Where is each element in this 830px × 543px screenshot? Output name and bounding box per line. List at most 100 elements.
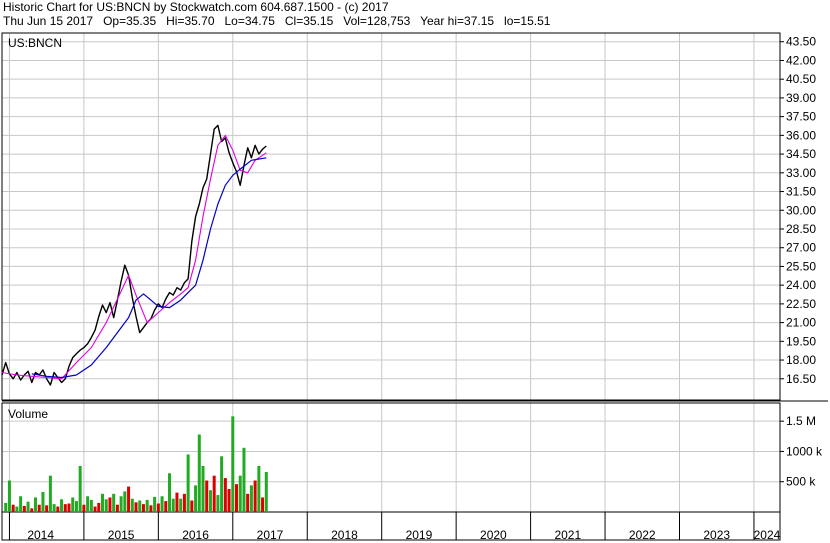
volume-bar: [123, 491, 127, 512]
volume-bar: [175, 492, 179, 512]
price-tick-label: 31.50: [786, 185, 816, 199]
volume-bar: [86, 496, 90, 512]
volume-bar: [242, 447, 246, 512]
volume-bar: [82, 504, 86, 512]
price-tick-label: 27.00: [786, 241, 816, 255]
price-tick-label: 24.00: [786, 278, 816, 292]
volume-bar: [186, 454, 190, 512]
volume-bar: [249, 485, 253, 512]
series-ma-short: [1, 134, 267, 380]
price-tick-label: 37.50: [786, 110, 816, 124]
volume-bar: [205, 480, 209, 512]
volume-bar: [130, 498, 134, 512]
volume-bar: [34, 497, 38, 512]
price-tick-label: 18.00: [786, 353, 816, 367]
volume-bar: [19, 496, 23, 512]
volume-panel-frame: [1, 402, 781, 513]
volume-bar: [164, 501, 168, 512]
series-ma-long: [31, 157, 267, 379]
volume-bar: [223, 478, 227, 512]
volume-bar: [160, 496, 164, 512]
year-axis: 2014 2015 2016 2017 2018 2019 2020 2021 2022 2023…: [8, 512, 781, 542]
volume-bar: [56, 506, 60, 512]
volume-tick-label: 1.5 M: [786, 414, 816, 428]
volume-bars: [4, 416, 268, 512]
price-tick-label: 22.50: [786, 297, 816, 311]
volume-bar: [7, 480, 11, 512]
volume-bar: [246, 493, 250, 512]
volume-bar: [231, 416, 235, 512]
year-label: 2020: [480, 528, 507, 542]
price-series: [1, 124, 267, 386]
volume-bar: [11, 504, 15, 512]
volume-bar: [179, 498, 183, 512]
volume-bar: [261, 497, 265, 512]
volume-bar: [127, 486, 131, 512]
volume-bar: [101, 493, 105, 512]
volume-bar: [216, 495, 220, 512]
price-tick-label: 42.00: [786, 53, 816, 67]
volume-bar: [89, 499, 93, 512]
volume-bar: [112, 493, 116, 512]
volume-bar: [45, 505, 49, 512]
volume-bar: [220, 456, 224, 512]
price-tick-label: 16.50: [786, 372, 816, 386]
price-tick-label: 43.50: [786, 35, 816, 49]
stock-chart: US:BNCN Volume 43.50 42.00 40.50 39.00 37.50…: [1, 32, 828, 542]
price-tick-label: 30.00: [786, 203, 816, 217]
price-tick-label: 40.50: [786, 72, 816, 86]
volume-axis: 1.5 M 1000 k 500 k: [780, 414, 823, 489]
volume-bar: [26, 501, 30, 512]
volume-bar: [48, 475, 52, 512]
year-label: 2024: [754, 528, 781, 542]
volume-bar: [149, 505, 153, 512]
volume-bar: [37, 504, 41, 512]
volume-bar: [78, 465, 82, 512]
volume-bar: [22, 505, 26, 512]
volume-bar: [52, 504, 56, 512]
volume-bar: [41, 492, 45, 512]
volume-bar: [119, 496, 123, 512]
volume-bar: [138, 500, 142, 512]
volume-bar: [194, 485, 198, 512]
symbol-label: US:BNCN: [8, 36, 62, 50]
year-label: 2022: [629, 528, 656, 542]
year-label: 2016: [182, 528, 209, 542]
volume-bar: [235, 484, 239, 512]
price-tick-label: 36.00: [786, 128, 816, 142]
price-tick-label: 25.50: [786, 259, 816, 273]
volume-bar: [104, 499, 108, 512]
year-label: 2014: [27, 528, 54, 542]
volume-bar: [60, 499, 64, 512]
chart-frames: [1, 32, 828, 541]
year-label: 2023: [703, 528, 730, 542]
volume-bar: [97, 502, 101, 512]
price-tick-label: 33.00: [786, 166, 816, 180]
volume-bar: [227, 488, 231, 512]
volume-bar: [182, 493, 186, 512]
year-label: 2021: [554, 528, 581, 542]
volume-bar: [153, 496, 157, 512]
volume-bar: [253, 480, 257, 512]
volume-label: Volume: [8, 407, 48, 421]
volume-bar: [74, 501, 78, 512]
volume-bar: [93, 506, 97, 512]
series-close: [1, 124, 267, 386]
volume-bar: [238, 475, 242, 512]
volume-bar: [156, 503, 160, 512]
volume-bar: [171, 498, 175, 512]
volume-bar: [264, 472, 268, 512]
year-label: 2017: [257, 528, 284, 542]
volume-bar: [15, 506, 19, 512]
volume-bar: [115, 504, 119, 512]
volume-bar: [197, 434, 201, 512]
volume-bar: [71, 497, 75, 512]
grid-lines: [2, 33, 780, 512]
volume-bar: [145, 499, 149, 512]
volume-bar: [168, 473, 172, 512]
price-tick-label: 28.50: [786, 222, 816, 236]
volume-bar: [257, 465, 261, 512]
volume-bar: [208, 490, 212, 512]
volume-tick-label: 1000 k: [786, 444, 823, 458]
price-tick-label: 39.00: [786, 91, 816, 105]
